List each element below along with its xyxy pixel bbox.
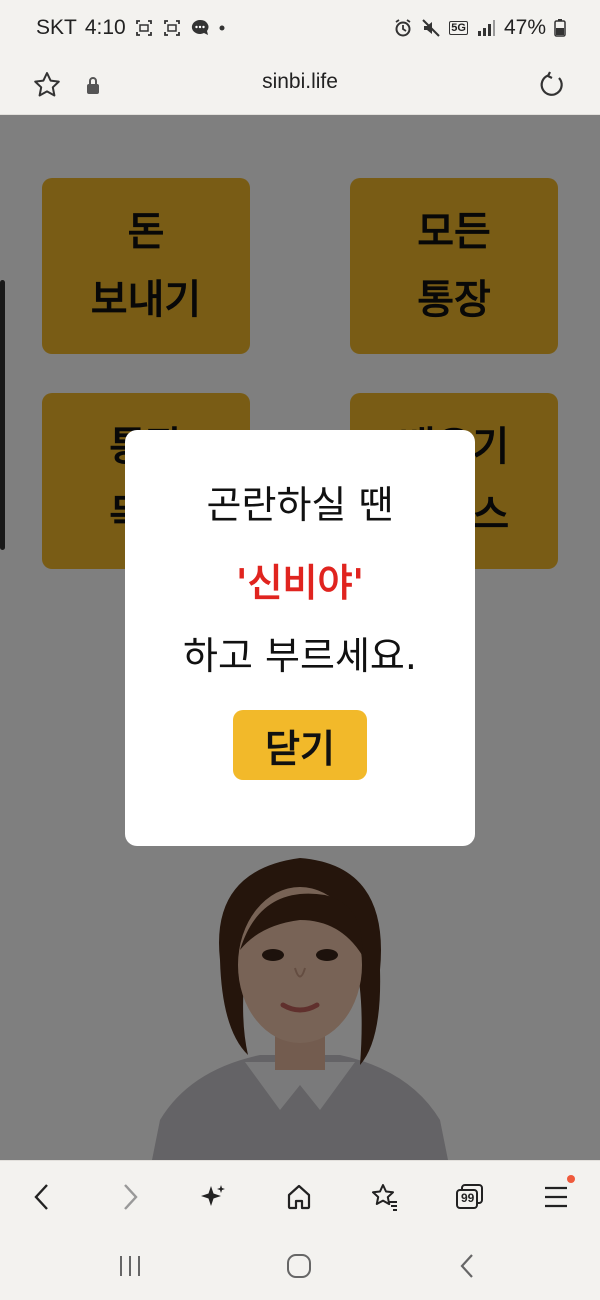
dialog-text-line1: 곤란하실 땐 [206, 483, 394, 527]
forward-icon[interactable] [110, 1177, 150, 1217]
reload-icon[interactable] [535, 68, 569, 102]
clock: 4:10 [84, 16, 126, 39]
status-left: SKT 4:10 [36, 16, 226, 40]
bookmarks-icon[interactable] [365, 1177, 405, 1217]
mute-icon [422, 19, 440, 37]
dialog-text-wake-word: '신비야' [235, 561, 365, 605]
address-bar: sinbi.life [0, 58, 600, 115]
browser-toolbar: 99 [0, 1160, 600, 1231]
message-icon [191, 19, 209, 35]
notification-dot [567, 1175, 575, 1183]
battery-icon [554, 19, 566, 37]
status-bar: SKT 4:10 5G 47% [0, 0, 600, 58]
dialog-text-line3: 하고 부르세요. [183, 634, 417, 678]
screenshot-icon [135, 20, 152, 36]
recents-icon[interactable] [110, 1250, 150, 1282]
screenshot-icon [163, 20, 180, 36]
tabs-icon[interactable]: 99 [450, 1177, 490, 1217]
help-dialog: 곤란하실 땐 '신비야' 하고 부르세요. 닫기 [125, 430, 475, 846]
back-nav-icon[interactable] [448, 1250, 488, 1282]
network-5g-icon: 5G [449, 21, 468, 35]
close-button[interactable]: 닫기 [233, 710, 367, 780]
menu-icon[interactable] [536, 1175, 576, 1217]
dot-icon [219, 25, 225, 31]
home-icon[interactable] [279, 1177, 319, 1217]
sparkle-icon[interactable] [193, 1177, 233, 1217]
status-right: 5G 47% [393, 16, 566, 40]
tabs-count: 99 [461, 1191, 475, 1205]
carrier-label: SKT [36, 16, 77, 39]
home-nav-icon[interactable] [279, 1250, 319, 1282]
signal-icon [477, 20, 495, 36]
system-nav-bar [0, 1230, 600, 1300]
back-icon[interactable] [22, 1177, 62, 1217]
alarm-icon [395, 19, 411, 37]
battery-percent: 47% [503, 16, 546, 39]
page-content: 돈 보내기 모든 통장 통장 목록 배우기 서비스 곤란하실 땐 '신비야' 하… [0, 115, 600, 1160]
url-text[interactable]: sinbi.life [0, 70, 600, 94]
